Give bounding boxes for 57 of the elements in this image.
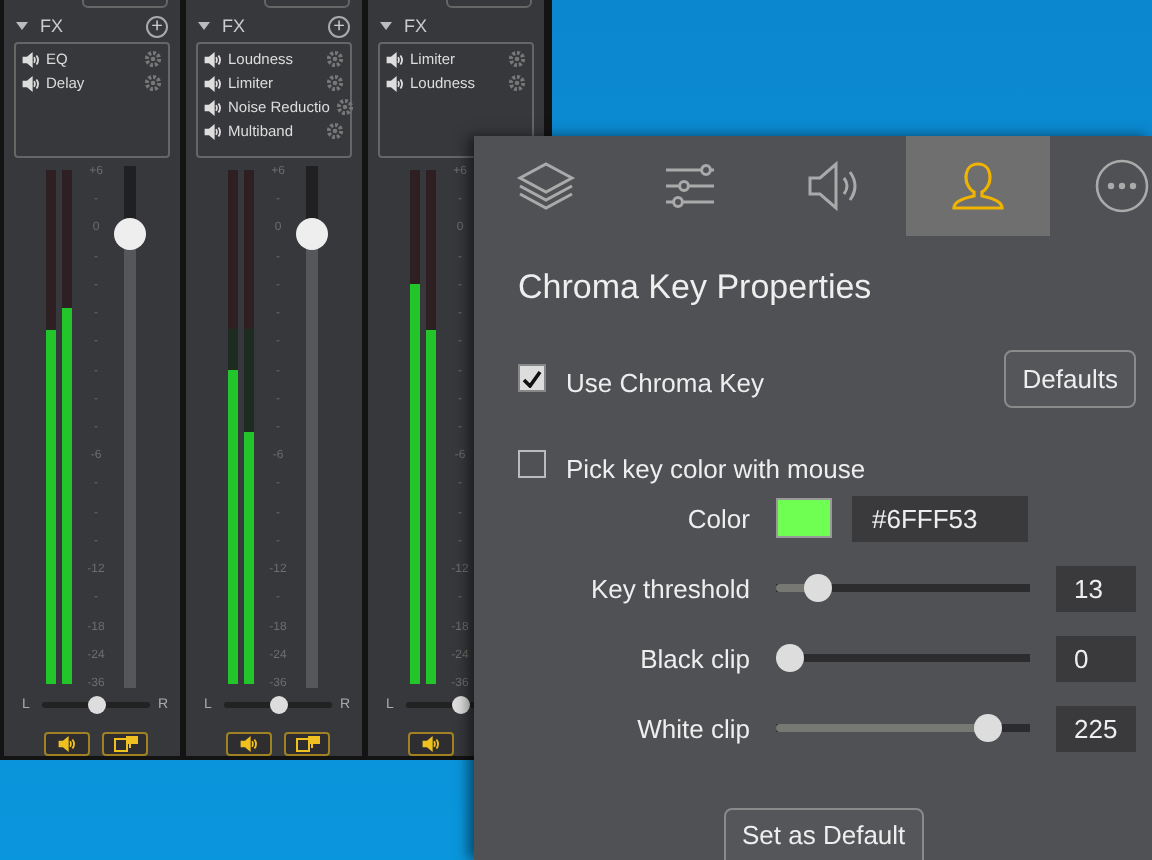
field-label: Black clip [638, 643, 750, 673]
add-button[interactable]: + [146, 15, 168, 37]
pan-thumb[interactable] [451, 695, 469, 713]
slider-thumb[interactable] [776, 644, 804, 672]
fx-title: FX [40, 16, 66, 36]
speaker-icon [204, 51, 222, 67]
value-field[interactable]: 0 [1056, 635, 1136, 681]
checkbox[interactable] [518, 364, 546, 392]
slider-thumb[interactable] [974, 714, 1003, 742]
mute-button[interactable] [44, 732, 90, 756]
field-label: Key threshold [589, 573, 750, 603]
hex-field[interactable]: #6FFF53 [852, 495, 1028, 541]
pan-thumb[interactable] [269, 695, 287, 713]
layers-icon [516, 160, 576, 212]
speaker-icon [240, 736, 258, 752]
monitor-icon [295, 736, 319, 752]
value-field[interactable]: 225 [1056, 705, 1136, 751]
speaker-icon [22, 51, 40, 67]
defaults-button[interactable]: Defaults [1004, 349, 1136, 407]
fader-thumb[interactable] [114, 217, 146, 250]
collapse-icon[interactable] [16, 22, 28, 30]
mute-button[interactable] [408, 732, 454, 756]
checkbox-label: Pick key color with mouse [566, 451, 868, 483]
fx-title: FX [404, 16, 430, 36]
value-field[interactable]: 13 [1056, 565, 1136, 611]
speaker-icon [204, 123, 222, 139]
speaker-icon [22, 75, 40, 91]
check-icon [522, 369, 542, 387]
speaker-icon [204, 99, 222, 115]
monitor-button[interactable] [102, 732, 148, 756]
panel-title: Chroma Key Properties [518, 268, 874, 310]
speaker-icon [422, 736, 440, 752]
speaker-icon [806, 158, 862, 214]
mute-button[interactable] [226, 732, 272, 756]
more-icon [1094, 158, 1150, 214]
collapse-icon[interactable] [198, 22, 210, 30]
person-icon [950, 160, 1006, 212]
color-swatch[interactable] [776, 498, 832, 538]
fader-thumb[interactable] [296, 217, 328, 250]
slider-thumb[interactable] [803, 574, 832, 602]
add-button[interactable]: + [328, 15, 350, 37]
checkbox-label: Use Chroma Key [566, 365, 766, 397]
set-default-button[interactable]: Set as Default [724, 808, 924, 860]
field-label: White clip [635, 713, 750, 743]
collapse-icon[interactable] [380, 22, 392, 30]
field-label: Color [685, 503, 750, 533]
panel-tab[interactable] [906, 136, 1050, 236]
speaker-icon [204, 75, 222, 91]
checkbox[interactable] [518, 450, 546, 478]
speaker-icon [386, 75, 404, 91]
fx-title: FX [222, 16, 248, 36]
speaker-icon [386, 51, 404, 67]
sliders-icon [664, 162, 716, 210]
pan-thumb[interactable] [87, 695, 105, 713]
monitor-button[interactable] [284, 732, 330, 756]
speaker-icon [58, 736, 76, 752]
monitor-icon [113, 736, 137, 752]
